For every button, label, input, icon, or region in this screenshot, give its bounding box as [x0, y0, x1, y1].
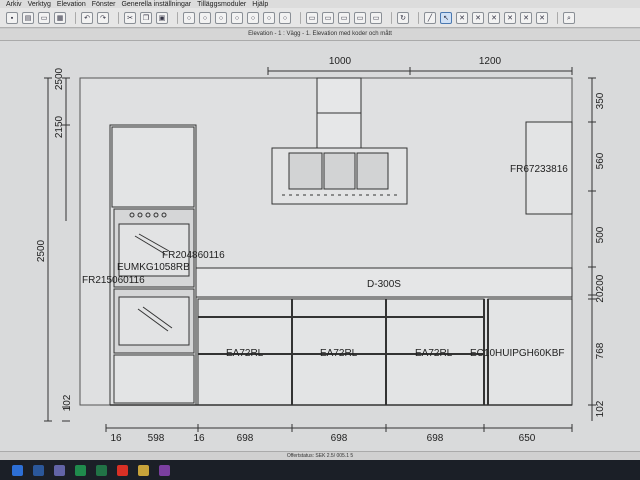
dim-bottom-16-right: 16: [193, 433, 205, 444]
window-icon[interactable]: ▭: [306, 11, 318, 24]
menu-arkiv[interactable]: Arkiv: [6, 1, 22, 8]
toolbar-separator: [300, 11, 301, 24]
measure-icon[interactable]: ✕: [488, 11, 500, 24]
menu-elevation[interactable]: Elevation: [57, 1, 86, 8]
circle-tool-icon[interactable]: ○: [199, 11, 211, 24]
copy-icon[interactable]: ❐: [140, 11, 152, 24]
pointer-icon[interactable]: ↖: [440, 11, 452, 24]
measure-icon[interactable]: ✕: [536, 11, 548, 24]
measure-icon[interactable]: ✕: [504, 11, 516, 24]
toolbar-separator: [177, 11, 178, 24]
circle-tool-icon[interactable]: ○: [215, 11, 227, 24]
undo-icon[interactable]: ↶: [81, 11, 93, 24]
redo-icon[interactable]: ↷: [97, 11, 109, 24]
label-fr67233816[interactable]: FR67233816: [510, 164, 568, 175]
circle-tool-icon[interactable]: ○: [231, 11, 243, 24]
chrome-icon[interactable]: [117, 464, 128, 476]
cut-icon[interactable]: ✂: [124, 11, 136, 24]
label-d300s[interactable]: D-300S: [367, 279, 401, 290]
circle-tool-icon[interactable]: ○: [279, 11, 291, 24]
tall-bottom-drawer: [113, 354, 195, 404]
app-icon[interactable]: [75, 464, 86, 476]
elevation-drawing: 1000 1200 2500 2150 2500 102 350 560 500…: [36, 56, 606, 444]
toolbar-separator: [557, 11, 558, 24]
line-tool-icon[interactable]: ╱: [424, 11, 436, 24]
dim-bottom-650: 650: [519, 433, 536, 444]
dim-bottom-16-left: 16: [110, 433, 122, 444]
dim-bottom-698-1: 698: [237, 433, 254, 444]
elevation-canvas[interactable]: 1000 1200 2500 2150 2500 102 350 560 500…: [0, 41, 640, 451]
folder-icon[interactable]: [138, 464, 149, 476]
label-ea72rl-3[interactable]: EA72RL: [415, 348, 453, 359]
paste-icon[interactable]: ▣: [156, 11, 168, 24]
zoom-icon[interactable]: ⌕: [563, 11, 575, 24]
window-icon[interactable]: ▭: [338, 11, 350, 24]
screen-icon[interactable]: ▭: [38, 11, 50, 24]
circle-tool-icon[interactable]: ○: [263, 11, 275, 24]
teams-icon[interactable]: [54, 464, 65, 476]
dim-right-102: 102: [595, 400, 606, 417]
circle-tool-icon[interactable]: ○: [247, 11, 259, 24]
measure-icon[interactable]: ✕: [472, 11, 484, 24]
menu-hjalp[interactable]: Hjälp: [252, 1, 268, 8]
taskbar: [0, 460, 640, 480]
window-title: Elevation - 1 : Vägg - 1. Elevation med …: [0, 29, 640, 41]
toolbar-separator: [418, 11, 419, 24]
window-icon[interactable]: ▭: [322, 11, 334, 24]
label-fr215060116[interactable]: FR215060116: [82, 275, 145, 286]
dim-top-1000: 1000: [329, 56, 352, 67]
tall-upper-door: [111, 126, 195, 208]
label-fr204860116[interactable]: FR204860116: [162, 250, 225, 261]
menu-bar: Arkiv Verktyg Elevation Fönster Generell…: [0, 0, 640, 8]
dim-left-2500-top: 2500: [54, 67, 65, 90]
menu-tillagg[interactable]: Tilläggsmoduler: [197, 1, 246, 8]
dim-left-102: 102: [62, 394, 73, 411]
measure-icon[interactable]: ✕: [520, 11, 532, 24]
menu-generella[interactable]: Generella inställningar: [121, 1, 191, 8]
start-icon[interactable]: [12, 464, 23, 476]
label-ea72rl-2[interactable]: EA72RL: [320, 348, 358, 359]
app-icon[interactable]: [159, 464, 170, 476]
dim-left-2150: 2150: [54, 115, 65, 138]
measure-icon[interactable]: ✕: [456, 11, 468, 24]
layout-icon[interactable]: ▦: [54, 11, 66, 24]
menu-verktyg[interactable]: Verktyg: [28, 1, 51, 8]
dim-right-20: 20: [595, 291, 606, 303]
print-icon[interactable]: ▤: [22, 11, 34, 24]
dim-right-500: 500: [595, 226, 606, 243]
dim-bottom-698-3: 698: [427, 433, 444, 444]
dim-right-768: 768: [595, 342, 606, 359]
dim-bottom-598: 598: [148, 433, 165, 444]
toolbar-separator: [118, 11, 119, 24]
dim-bottom-698-2: 698: [331, 433, 348, 444]
menu-fonster[interactable]: Fönster: [92, 1, 116, 8]
label-ec10huipgh60kbf[interactable]: EC10HUIPGH60KBF: [470, 348, 564, 359]
save-icon[interactable]: ▪: [6, 11, 18, 24]
window-icon[interactable]: ▭: [354, 11, 366, 24]
excel-icon[interactable]: [96, 464, 107, 476]
word-icon[interactable]: [33, 464, 44, 476]
dim-right-350: 350: [595, 92, 606, 109]
dim-left-2500: 2500: [36, 239, 47, 262]
label-eumkg1058rb[interactable]: EUMKG1058RB: [117, 262, 190, 273]
dim-right-200: 200: [595, 274, 606, 291]
toolbar: ▪ ▤ ▭ ▦ ↶ ↷ ✂ ❐ ▣ ○ ○ ○ ○ ○ ○ ○ ▭ ▭ ▭ ▭ …: [0, 8, 640, 28]
toolbar-separator: [75, 11, 76, 24]
toolbar-separator: [391, 11, 392, 24]
label-ea72rl-1[interactable]: EA72RL: [226, 348, 264, 359]
window-icon[interactable]: ▭: [370, 11, 382, 24]
dim-right-560: 560: [595, 152, 606, 169]
circle-tool-icon[interactable]: ○: [183, 11, 195, 24]
dim-top-1200: 1200: [479, 56, 502, 67]
refresh-icon[interactable]: ↻: [397, 11, 409, 24]
